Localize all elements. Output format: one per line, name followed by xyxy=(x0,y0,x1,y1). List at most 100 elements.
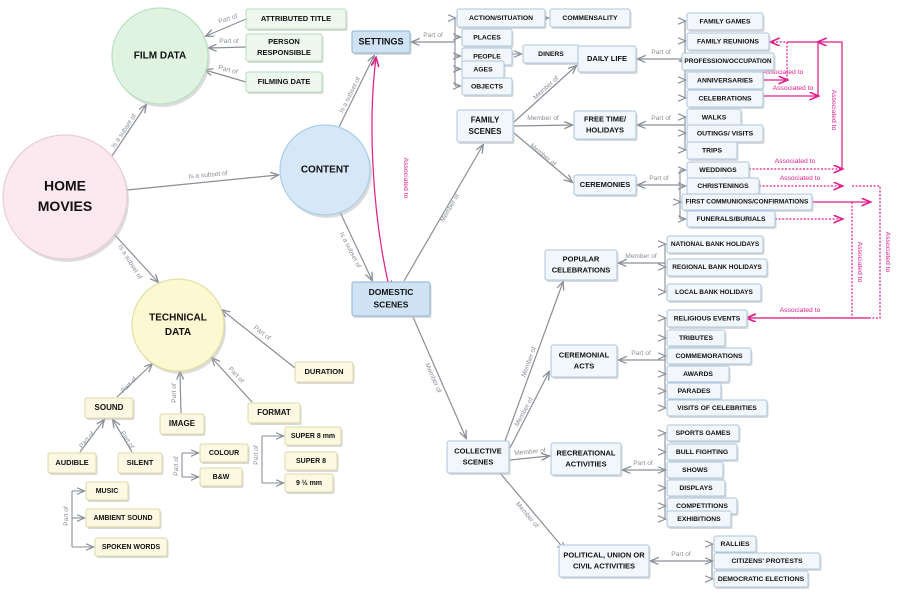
node-anniversaries[interactable]: ANNIVERSARIES xyxy=(686,71,765,91)
node-label: SETTINGS xyxy=(358,36,403,46)
node-popular-celebrations[interactable]: POPULARCELEBRATIONS xyxy=(544,249,619,282)
node-label: FIRST COMMUNIONS/CONFIRMATIONS xyxy=(686,199,809,206)
node-label: SILENT xyxy=(127,458,154,467)
node-label: NATIONAL BANK HOLIDAYS xyxy=(671,241,760,248)
node-label: PARADES xyxy=(678,388,711,395)
node-bw[interactable]: B&W xyxy=(199,467,244,488)
assoc-edge-right-rail-top xyxy=(818,42,843,169)
node-label: FAMILY REUNIONS xyxy=(697,38,759,45)
node-ages[interactable]: AGES xyxy=(461,60,506,80)
edge-label-silent-to-sound: Part of xyxy=(119,430,136,450)
node-label: WALKS xyxy=(702,114,727,121)
node-film-data[interactable]: FILM DATA xyxy=(111,7,210,107)
node-parades[interactable]: PARADES xyxy=(666,382,723,401)
node-label: CEREMONIES xyxy=(580,180,630,189)
node-objects[interactable]: OBJECTS xyxy=(461,77,514,97)
node-super-8-mm[interactable]: SUPER 8 mm xyxy=(284,426,343,447)
node-person-responsible[interactable]: PERSON RESPONSIBLE xyxy=(245,33,324,63)
node-label: B&W xyxy=(213,474,230,481)
edge-label-family-to-daily: Member of xyxy=(532,75,560,101)
node-commemorations[interactable]: COMMEMORATIONS xyxy=(666,347,753,366)
node-shows[interactable]: SHOWS xyxy=(666,461,725,480)
node-home-movies[interactable]: HOME MOVIES xyxy=(2,134,129,262)
node-audible[interactable]: AUDIBLE xyxy=(47,452,98,475)
node-displays[interactable]: DISPLAYS xyxy=(666,479,727,498)
node-family-scenes[interactable]: FAMILY SCENES xyxy=(456,109,515,144)
edge-label-format-to-technical: Part of xyxy=(227,366,245,385)
node-first-communions[interactable]: FIRST COMMUNIONS/CONFIRMATIONS xyxy=(681,193,814,212)
node-ceremonial-acts[interactable]: CEREMONIALACTS xyxy=(550,344,619,379)
node-free-time-holidays[interactable]: FREE TIME/HOLIDAYS xyxy=(573,110,638,141)
node-regional-bank-holidays[interactable]: REGIONAL BANK HOLIDAYS xyxy=(666,258,769,278)
node-label: HOLIDAYS xyxy=(586,125,624,134)
node-label: DEMOCRATIC ELECTIONS xyxy=(718,576,805,583)
node-spoken-words[interactable]: SPOKEN WORDS xyxy=(94,537,169,558)
node-tributes[interactable]: TRIBUTES xyxy=(666,329,727,348)
node-silent[interactable]: SILENT xyxy=(117,452,164,475)
edge-label-person-to-film: Part of xyxy=(219,38,239,45)
node-label: SCENES xyxy=(463,457,494,466)
node-content[interactable]: CONTENT xyxy=(279,124,372,218)
node-attributed-title[interactable]: ATTRIBUTED TITLE xyxy=(245,8,348,31)
node-label: SOUND xyxy=(95,403,124,412)
node-label: RELIGIOUS EVENTS xyxy=(674,315,741,322)
node-technical-data[interactable]: TECHNICAL DATA xyxy=(131,278,226,374)
node-filming-date[interactable]: FILMING DATE xyxy=(245,71,324,94)
node-recreational-activities[interactable]: RECREATIONALACTIVITIES xyxy=(550,442,623,477)
edge-domestic-to-collective xyxy=(412,316,466,438)
edge-label-collective-to-ceremonial: Member of xyxy=(514,396,535,427)
node-profession-occupation[interactable]: PROFESSION/OCCUPATION xyxy=(681,52,776,72)
node-super-8[interactable]: SUPER 8 xyxy=(284,451,339,472)
node-sound[interactable]: SOUND xyxy=(84,397,135,420)
node-duration[interactable]: DURATION xyxy=(294,361,355,384)
node-religious-events[interactable]: RELIGIOUS EVENTS xyxy=(666,309,749,329)
node-nine-half-mm[interactable]: 9 ½ mm xyxy=(284,473,335,494)
node-trips[interactable]: TRIPS xyxy=(686,141,739,161)
node-action-situation[interactable]: ACTION/SITUATION xyxy=(456,8,547,29)
node-places[interactable]: PLACES xyxy=(461,28,514,48)
node-label: ACTS xyxy=(574,361,594,370)
node-label: PEOPLE xyxy=(473,53,501,60)
node-ceremonies[interactable]: CEREMONIES xyxy=(573,174,638,197)
node-label: MUSIC xyxy=(96,488,119,495)
tree-connector-image-children xyxy=(181,453,198,477)
edge-label-home-to-film: Is a subset of xyxy=(110,113,138,150)
node-christenings[interactable]: CHRISTENINGS xyxy=(686,177,761,196)
node-label: SHOWS xyxy=(682,467,708,474)
edge-label-ceremonial-part-of: Part of xyxy=(631,350,651,357)
node-citizens-protests[interactable]: CITIZENS' PROTESTS xyxy=(713,552,822,571)
node-daily-life[interactable]: DAILY LIFE xyxy=(577,45,638,74)
node-label: MOVIES xyxy=(38,198,92,214)
node-national-bank-holidays[interactable]: NATIONAL BANK HOLIDAYS xyxy=(666,235,765,255)
edge-label-audible-part-of: Part of xyxy=(63,506,70,526)
node-commensality[interactable]: COMMENSALITY xyxy=(549,8,632,29)
node-rallies[interactable]: RALLIES xyxy=(713,535,758,554)
node-diners[interactable]: DINERS xyxy=(522,44,581,65)
node-family-games[interactable]: FAMILY GAMES xyxy=(686,12,765,32)
node-label: PROFESSION/OCCUPATION xyxy=(684,58,771,65)
node-bull-fighting[interactable]: BULL FIGHTING xyxy=(666,443,739,462)
node-collective-scenes[interactable]: COLLECTIVESCENES xyxy=(446,440,511,475)
node-label: COMPETITIONS xyxy=(676,503,728,510)
node-exhibitions[interactable]: EXHIBITIONS xyxy=(666,510,733,529)
node-format[interactable]: FORMAT xyxy=(247,402,302,425)
node-colour[interactable]: COLOUR xyxy=(199,443,250,464)
node-family-reunions[interactable]: FAMILY REUNIONS xyxy=(686,32,771,52)
node-outings-visits[interactable]: OUTINGS/ VISITS xyxy=(686,124,765,144)
node-domestic-scenes[interactable]: DOMESTIC SCENES xyxy=(351,281,432,318)
node-settings[interactable]: SETTINGS xyxy=(351,30,412,55)
node-circle xyxy=(131,278,225,372)
node-awards[interactable]: AWARDS xyxy=(666,365,731,384)
node-celebrations[interactable]: CELEBRATIONS xyxy=(686,89,765,109)
node-weddings[interactable]: WEDDINGS xyxy=(686,161,751,180)
node-local-bank-holidays[interactable]: LOCAL BANK HOLIDAYS xyxy=(666,283,763,303)
node-label: CONTENT xyxy=(301,165,349,176)
node-image[interactable]: IMAGE xyxy=(159,413,206,436)
node-sports-games[interactable]: SPORTS GAMES xyxy=(666,424,741,443)
node-funerals-burials[interactable]: FUNERALS/BURIALS xyxy=(686,210,777,229)
node-democratic-elections[interactable]: DEMOCRATIC ELECTIONS xyxy=(713,570,810,589)
node-political-union-civil[interactable]: POLITICAL, UNION ORCIVIL ACTIVITIES xyxy=(558,544,651,579)
node-music[interactable]: MUSIC xyxy=(85,481,130,502)
node-ambient-sound[interactable]: AMBIENT SOUND xyxy=(85,508,162,529)
node-visits-of-celebrities[interactable]: VISITS OF CELEBRITIES xyxy=(666,399,769,418)
